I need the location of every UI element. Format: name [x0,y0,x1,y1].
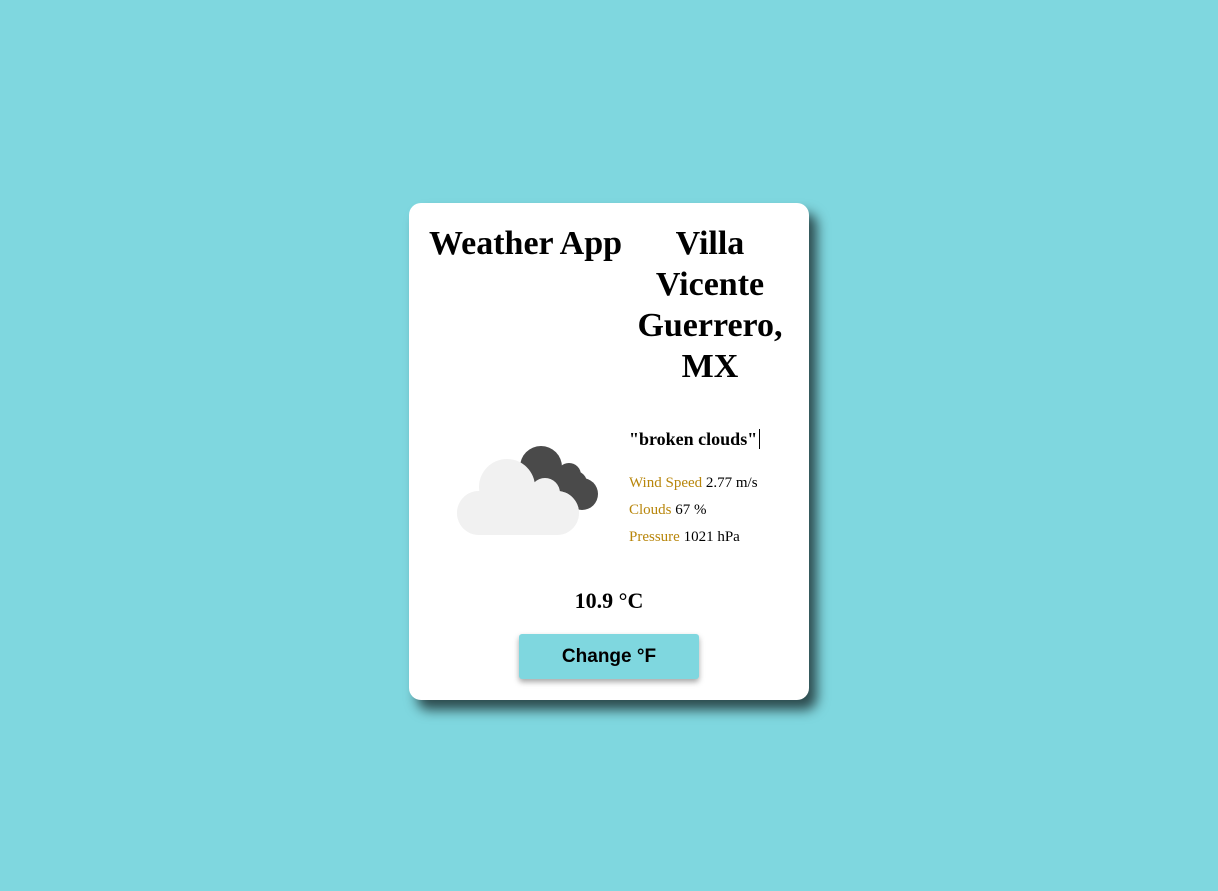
detail-label: Clouds [629,502,672,518]
detail-value: 67 % [675,502,707,518]
detail-label: Pressure [629,529,680,545]
weather-description-text: "broken clouds" [629,429,758,449]
text-caret [759,429,761,449]
detail-value: 1021 hPa [683,529,740,545]
detail-row-clouds: Clouds 67 % [629,497,758,524]
weather-details: Wind Speed 2.77 m/s Clouds 67 % Pressure… [629,470,758,551]
detail-row-wind-speed: Wind Speed 2.77 m/s [629,470,758,497]
detail-row-pressure: Pressure 1021 hPa [629,524,758,551]
weather-description: "broken clouds" [629,427,761,451]
change-unit-button[interactable]: Change °F [519,634,699,679]
weather-card: Weather App Villa Vicente Guerrero, MX "… [409,203,809,700]
location-name: Villa Vicente Guerrero, MX [637,225,783,385]
app-title: Weather App [429,225,623,262]
broken-clouds-icon [457,446,598,535]
detail-label: Wind Speed [629,475,703,491]
detail-value: 2.77 m/s [705,475,758,491]
temperature-display: 10.9 °C [574,588,644,613]
